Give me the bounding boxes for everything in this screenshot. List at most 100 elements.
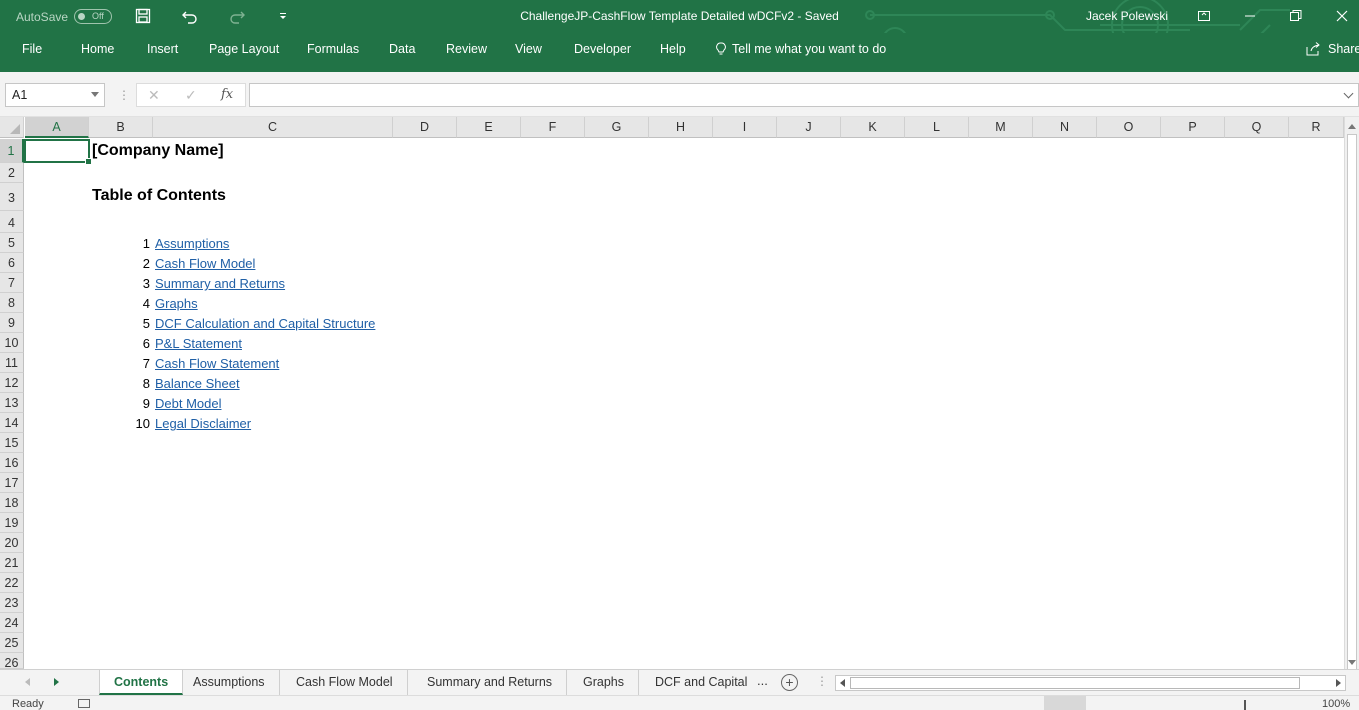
tab-page-layout[interactable]: Page Layout	[209, 42, 279, 56]
toc-number[interactable]: 10	[100, 416, 150, 431]
column-header-d[interactable]: D	[393, 117, 457, 138]
row-header-18[interactable]: 18	[0, 493, 24, 513]
name-box-dropdown-icon[interactable]	[91, 92, 99, 97]
toc-link-dcf-calculation[interactable]: DCF Calculation and Capital Structure	[155, 316, 375, 331]
undo-icon[interactable]	[179, 6, 201, 26]
name-box[interactable]: A1	[5, 83, 105, 107]
formula-bar-grip-icon[interactable]: ⋮	[118, 88, 130, 102]
cancel-icon[interactable]: ✕	[148, 87, 160, 104]
row-header-3[interactable]: 3	[0, 183, 24, 211]
next-sheet-icon[interactable]	[54, 678, 59, 686]
worksheet-grid[interactable]	[25, 138, 1343, 669]
scroll-down-icon[interactable]	[1348, 660, 1356, 665]
row-header-20[interactable]: 20	[0, 533, 24, 553]
toc-link-assumptions[interactable]: Assumptions	[155, 236, 229, 251]
toc-link-legal-disclaimer[interactable]: Legal Disclaimer	[155, 416, 251, 431]
column-header-f[interactable]: F	[521, 117, 585, 138]
zoom-slider[interactable]	[1244, 700, 1246, 710]
column-header-g[interactable]: G	[585, 117, 649, 138]
scroll-up-icon[interactable]	[1348, 124, 1356, 129]
close-icon[interactable]	[1329, 4, 1355, 28]
ribbon-display-options-icon[interactable]	[1191, 4, 1217, 28]
column-header-n[interactable]: N	[1033, 117, 1097, 138]
toc-link-graphs[interactable]: Graphs	[155, 296, 198, 311]
toc-number[interactable]: 1	[100, 236, 150, 251]
toc-link-debt-model[interactable]: Debt Model	[155, 396, 221, 411]
insert-function-icon[interactable]: fx	[221, 87, 233, 102]
tab-file[interactable]: File	[22, 42, 42, 56]
sheet-tab-graphs[interactable]: Graphs	[569, 670, 639, 695]
minimize-icon[interactable]	[1237, 4, 1263, 28]
enter-icon[interactable]: ✓	[185, 87, 197, 104]
tab-developer[interactable]: Developer	[574, 42, 631, 56]
sheet-tab-contents[interactable]: Contents	[99, 670, 184, 695]
column-header-a[interactable]: A	[25, 117, 89, 138]
toc-number[interactable]: 5	[100, 316, 150, 331]
row-header-2[interactable]: 2	[0, 163, 24, 183]
row-header-24[interactable]: 24	[0, 613, 24, 633]
row-header-8[interactable]: 8	[0, 293, 24, 313]
macro-recording-icon[interactable]	[78, 699, 90, 708]
column-header-b[interactable]: B	[89, 117, 153, 138]
row-header-22[interactable]: 22	[0, 573, 24, 593]
toc-number[interactable]: 7	[100, 356, 150, 371]
column-header-k[interactable]: K	[841, 117, 905, 138]
row-header-6[interactable]: 6	[0, 253, 24, 273]
tab-view[interactable]: View	[515, 42, 542, 56]
tab-insert[interactable]: Insert	[147, 42, 178, 56]
row-header-9[interactable]: 9	[0, 313, 24, 333]
toc-title-cell[interactable]: Table of Contents	[92, 187, 226, 205]
column-header-o[interactable]: O	[1097, 117, 1161, 138]
column-header-m[interactable]: M	[969, 117, 1033, 138]
sheet-tab-summary-and-returns[interactable]: Summary and Returns	[413, 670, 568, 695]
toc-link-balance-sheet[interactable]: Balance Sheet	[155, 376, 240, 391]
column-header-i[interactable]: I	[713, 117, 777, 138]
row-header-1[interactable]: 1	[0, 139, 24, 163]
row-header-14[interactable]: 14	[0, 413, 24, 433]
column-header-q[interactable]: Q	[1225, 117, 1289, 138]
column-header-c[interactable]: C	[153, 117, 393, 138]
column-header-l[interactable]: L	[905, 117, 969, 138]
page-layout-view-icon[interactable]	[1090, 696, 1132, 710]
row-header-23[interactable]: 23	[0, 593, 24, 613]
column-header-r[interactable]: R	[1289, 117, 1344, 138]
restore-icon[interactable]	[1283, 4, 1309, 28]
row-header-5[interactable]: 5	[0, 233, 24, 253]
horizontal-scroll-thumb[interactable]	[850, 677, 1300, 689]
expand-formula-bar-icon[interactable]	[1343, 88, 1354, 99]
tab-splitter-icon[interactable]: ⋮	[816, 674, 828, 688]
row-header-26[interactable]: 26	[0, 653, 24, 669]
previous-sheet-icon[interactable]	[25, 678, 30, 686]
column-header-j[interactable]: J	[777, 117, 841, 138]
row-header-12[interactable]: 12	[0, 373, 24, 393]
autosave-control[interactable]: AutoSave Off	[16, 9, 113, 24]
toc-number[interactable]: 3	[100, 276, 150, 291]
tab-home[interactable]: Home	[81, 42, 114, 56]
add-sheet-icon[interactable]: +	[781, 674, 798, 691]
sheet-tab-assumptions[interactable]: Assumptions	[179, 670, 280, 695]
zoom-level[interactable]: 100%	[1322, 698, 1350, 710]
redo-icon[interactable]	[226, 6, 248, 26]
vertical-scroll-thumb[interactable]	[1347, 134, 1357, 710]
toc-number[interactable]: 2	[100, 256, 150, 271]
tab-review[interactable]: Review	[446, 42, 487, 56]
column-header-h[interactable]: H	[649, 117, 713, 138]
autosave-toggle[interactable]: Off	[74, 9, 113, 24]
row-header-21[interactable]: 21	[0, 553, 24, 573]
horizontal-scrollbar[interactable]	[835, 675, 1346, 691]
row-header-25[interactable]: 25	[0, 633, 24, 653]
toc-link-cash-flow-model[interactable]: Cash Flow Model	[155, 256, 255, 271]
normal-view-icon[interactable]	[1044, 696, 1086, 710]
tab-data[interactable]: Data	[389, 42, 415, 56]
tab-formulas[interactable]: Formulas	[307, 42, 359, 56]
sheet-tab-cash-flow-model[interactable]: Cash Flow Model	[282, 670, 408, 695]
more-sheets-ellipsis[interactable]: ...	[757, 673, 768, 688]
tell-me-search[interactable]: Tell me what you want to do	[716, 42, 886, 56]
column-header-p[interactable]: P	[1161, 117, 1225, 138]
sheet-tab-dcf-and-capital[interactable]: DCF and Capital	[641, 670, 761, 695]
company-name-cell[interactable]: [Company Name]	[92, 142, 224, 160]
page-break-preview-icon[interactable]	[1136, 696, 1178, 710]
user-name[interactable]: Jacek Polewski	[1086, 9, 1168, 23]
toc-link-pl-statement[interactable]: P&L Statement	[155, 336, 242, 351]
scroll-right-icon[interactable]	[1336, 679, 1341, 687]
